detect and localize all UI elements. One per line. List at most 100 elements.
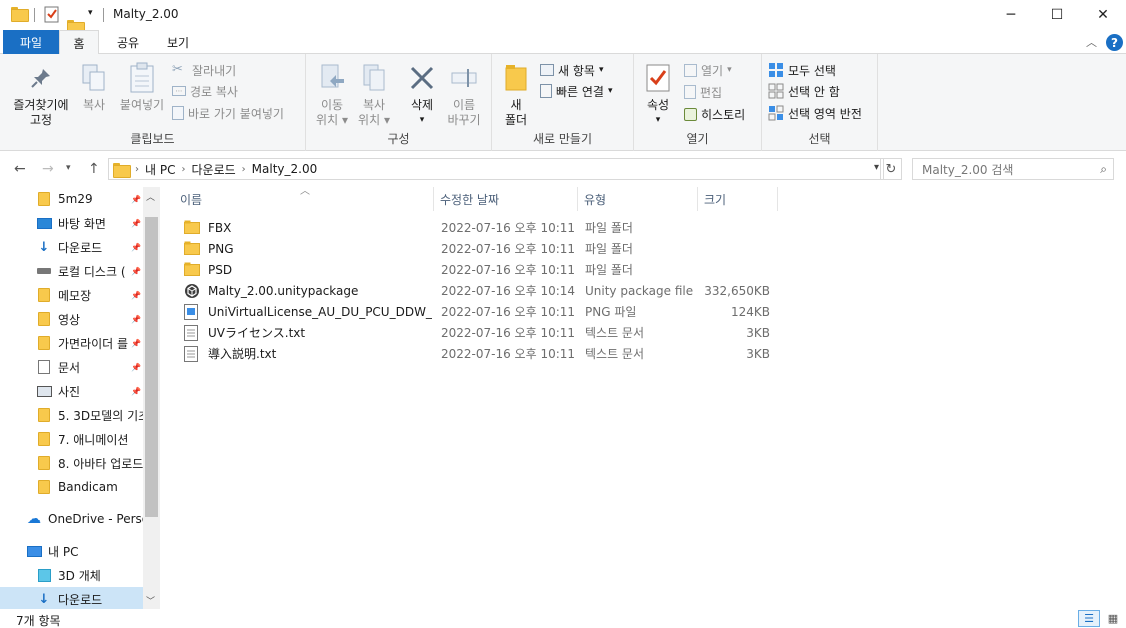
close-button[interactable]: ✕ [1080,0,1126,30]
history-button[interactable]: 히스토리 [684,104,745,124]
invert-selection-label: 선택 영역 반전 [788,106,862,121]
help-icon[interactable]: ? [1106,34,1123,51]
sidebar-item[interactable]: ↓ 다운로드 [0,587,143,609]
properties-button[interactable]: 속성 ▾ [640,62,676,128]
file-name: PNG [208,241,234,256]
new-item-button[interactable]: 새 항목 ▾ [540,60,603,80]
desktop-icon [36,216,52,230]
sidebar-item[interactable]: 바탕 화면 📌 [0,211,143,235]
sidebar-item[interactable]: Bandicam [0,475,143,499]
easy-access-button[interactable]: 빠른 연결 ▾ [540,81,613,101]
sidebar-item[interactable]: 5m29 📌 [0,187,143,211]
edit-label: 편집 [700,85,723,100]
up-arrow-icon[interactable]: ↑ [88,161,100,177]
file-date: 2022-07-16 오후 10:11 [441,305,576,319]
paste-shortcut-button[interactable]: 바로 가기 붙여넣기 [172,103,284,123]
file-name-cell[interactable]: PSD [184,259,432,280]
ribbon-tabs: 파일 홈 공유 보기 ︿ ? [0,30,1126,55]
delete-dropdown-icon[interactable]: ▾ [420,113,425,128]
sidebar-item-label: 다운로드 [58,592,103,607]
scrollbar-thumb[interactable] [145,217,158,517]
breadcrumb-item[interactable]: 다운로드 [191,161,235,178]
sidebar-item[interactable]: 내 PC [0,539,143,563]
address-bar[interactable]: › 내 PC › 다운로드 › Malty_2.00 ▾ [108,158,884,180]
cut-button[interactable]: ✂ 잘라내기 [172,60,236,80]
ribbon-collapse-icon[interactable]: ︿ [1086,34,1097,50]
file-row[interactable]: UVライセンス.txt 2022-07-16 오후 10:11 텍스트 문서 3KB [176,322,796,343]
file-name-cell[interactable]: 導入説明.txt [184,343,432,364]
copy-to-button[interactable]: 복사 위치 ▾ [354,62,394,128]
column-header-type[interactable]: 유형 [578,187,698,211]
scroll-up-icon[interactable]: ︿ [146,190,155,203]
sidebar-item[interactable]: ☁ OneDrive - Person [0,507,143,531]
search-input[interactable]: Malty_2.00 검색 ⌕ [912,158,1114,180]
file-size: 124KB [730,304,770,319]
tab-view[interactable]: 보기 [158,30,198,54]
address-dropdown-icon[interactable]: ▾ [874,162,879,173]
large-icons-view-icon[interactable]: ▦ [1102,610,1124,627]
pc-icon [26,544,42,558]
recent-locations-icon[interactable]: ▾ [66,163,71,173]
sidebar-item[interactable]: 영상 📌 [0,307,143,331]
sidebar-item[interactable]: 메모장 📌 [0,283,143,307]
forward-arrow-icon[interactable]: → [42,161,54,177]
tab-home[interactable]: 홈 [59,30,99,55]
details-view-icon[interactable]: ☰ [1078,610,1100,627]
file-row[interactable]: PSD 2022-07-16 오후 10:11 파일 폴더 [176,259,796,280]
tab-file[interactable]: 파일 [3,30,59,54]
breadcrumb-item[interactable]: 내 PC [145,161,175,178]
sidebar-item[interactable]: 8. 아바타 업로드 [0,451,143,475]
file-row[interactable]: UniVirtualLicense_AU_DU_PCU_DDW_SE... 202… [176,301,796,322]
maximize-button[interactable]: ☐ [1034,0,1080,30]
file-date: 2022-07-16 오후 10:11 [441,263,576,277]
file-name-cell[interactable]: PNG [184,238,432,259]
sidebar-item[interactable]: 로컬 디스크 (📌 [0,259,143,283]
new-folder-button[interactable]: 새 폴더 [498,62,534,128]
sidebar-item-label: 영상 [58,312,81,327]
sidebar-item[interactable]: 사진 📌 [0,379,143,403]
file-name-cell[interactable]: Malty_2.00.unitypackage [184,280,432,301]
sidebar-item[interactable]: 5. 3D모델의 기초 [0,403,143,427]
refresh-icon[interactable]: ↻ [880,158,902,180]
folder-icon [11,7,29,22]
copy-path-button[interactable]: ⋯ 경로 복사 [172,81,238,101]
paste-button[interactable]: 붙여넣기 [116,62,168,113]
file-name-cell[interactable]: UniVirtualLicense_AU_DU_PCU_DDW_SE... [184,301,432,322]
sidebar-item[interactable]: 3D 개체 [0,563,143,587]
chevron-down-icon[interactable]: ▾ [656,113,661,128]
file-name-cell[interactable]: FBX [184,217,432,238]
select-all-button[interactable]: 모두 선택 [768,60,836,80]
sidebar-item[interactable]: 문서 📌 [0,355,143,379]
column-header-date[interactable]: 수정한 날짜 [434,187,578,211]
edit-button[interactable]: 편집 [684,82,722,102]
invert-selection-button[interactable]: 선택 영역 반전 [768,103,862,123]
sidebar-item[interactable]: 가면라이더 를 📌 [0,331,143,355]
sidebar-item[interactable]: ↓ 다운로드 📌 [0,235,143,259]
pin-quick-access-button[interactable]: 즐겨찾기에 고정 [8,62,74,128]
minimize-button[interactable]: ─ [988,0,1034,30]
file-name: 導入説明.txt [208,347,277,361]
scroll-down-icon[interactable]: ﹀ [146,594,155,607]
properties-icon[interactable] [44,6,60,23]
sidebar-item[interactable]: 7. 애니메이션 [0,427,143,451]
customize-qa-icon[interactable]: ▾ [88,8,93,18]
file-row[interactable]: PNG 2022-07-16 오후 10:11 파일 폴더 [176,238,796,259]
copy-button[interactable]: 복사 [78,62,110,113]
file-row[interactable]: 導入説明.txt 2022-07-16 오후 10:11 텍스트 문서 3KB [176,343,796,364]
select-none-button[interactable]: 선택 안 함 [768,81,840,101]
column-header-name[interactable]: 이름 [174,187,434,211]
move-to-button[interactable]: 이동 위치 ▾ [312,62,352,128]
back-arrow-icon[interactable]: ← [14,161,26,177]
file-row[interactable]: Malty_2.00.unitypackage 2022-07-16 오후 10:… [176,280,796,301]
open-button[interactable]: 열기 ▾ [684,60,732,80]
breadcrumb-item[interactable]: Malty_2.00 [252,162,318,176]
file-row[interactable]: FBX 2022-07-16 오후 10:11 파일 폴더 [176,217,796,238]
file-name-cell[interactable]: UVライセンス.txt [184,322,432,343]
delete-button[interactable]: 삭제 ▾ [402,62,442,128]
column-header-size[interactable]: 크기 [698,187,778,211]
tab-share[interactable]: 공유 [108,30,148,54]
txt-file-icon [184,345,200,362]
sidebar-scrollbar[interactable]: ︿ ﹀ [143,187,160,609]
chevron-right-icon: › [241,163,246,175]
rename-button[interactable]: 이름 바꾸기 [444,62,484,128]
